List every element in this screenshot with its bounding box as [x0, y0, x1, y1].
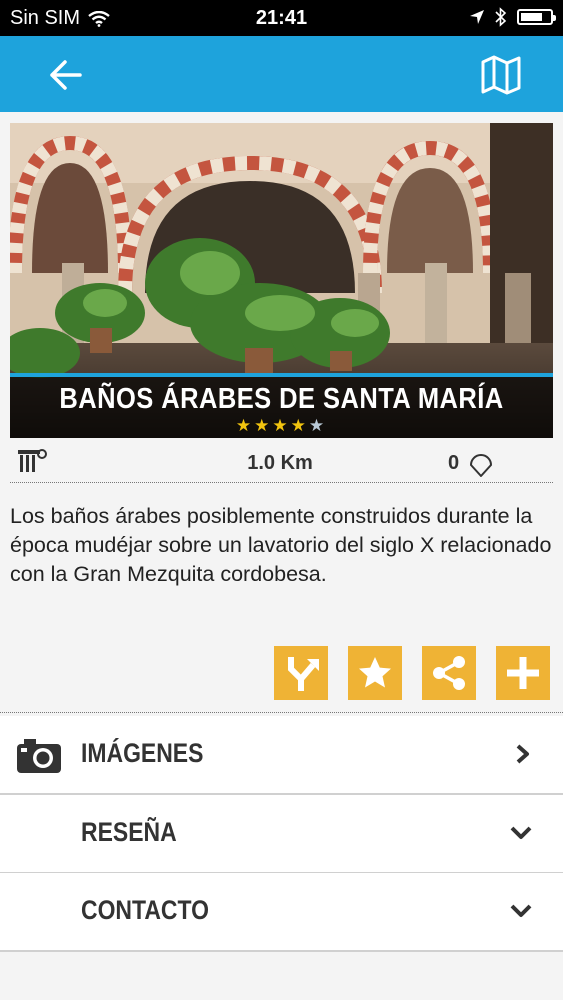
section-review-label: RESEÑA — [81, 817, 177, 847]
app-header — [0, 36, 563, 112]
chevron-right-icon — [516, 744, 529, 764]
arrow-left-icon — [50, 60, 82, 90]
bluetooth-icon — [495, 7, 507, 27]
directions-button[interactable] — [274, 646, 328, 700]
plus-icon — [507, 657, 539, 689]
directions-icon — [288, 657, 319, 691]
monument-icon — [18, 449, 47, 472]
share-button[interactable] — [422, 646, 476, 700]
star-filled-icon: ★ — [272, 416, 291, 435]
favorite-button[interactable] — [348, 646, 402, 700]
share-icon — [433, 656, 465, 690]
camera-icon — [17, 739, 61, 773]
action-bar — [0, 646, 563, 700]
status-bar: Sin SIM 21:41 — [0, 0, 563, 36]
section-images-label: IMÁGENES — [81, 738, 204, 768]
divider — [0, 712, 563, 713]
chevron-down-icon — [510, 826, 532, 839]
chevron-down-icon — [510, 904, 532, 917]
section-review[interactable]: RESEÑA — [0, 795, 563, 874]
section-contact[interactable]: CONTACTO — [0, 873, 563, 952]
distance-label: 1.0 Km — [247, 452, 313, 474]
battery-icon — [517, 9, 556, 25]
title-overlay: BAÑOS ÁRABES DE SANTA MARÍA ★★★★★ — [10, 373, 553, 438]
section-contact-label: CONTACTO — [81, 895, 209, 925]
star-filled-icon: ★ — [254, 416, 273, 435]
star-rating: ★★★★★ — [10, 416, 553, 436]
back-button[interactable] — [42, 54, 90, 96]
star-empty-icon: ★ — [308, 416, 328, 435]
location-arrow-icon — [470, 10, 484, 24]
place-title: BAÑOS ÁRABES DE SANTA MARÍA — [59, 383, 504, 415]
star-icon — [359, 657, 391, 688]
info-row: 1.0 Km 0 — [10, 440, 553, 483]
star-filled-icon: ★ — [235, 416, 255, 435]
map-button[interactable] — [477, 52, 525, 98]
star-filled-icon: ★ — [290, 416, 309, 435]
place-description: Los baños árabes posiblemente construido… — [10, 504, 552, 586]
add-button[interactable] — [496, 646, 550, 700]
place-photo: BAÑOS ÁRABES DE SANTA MARÍA ★★★★★ — [10, 123, 553, 438]
likes-count: 0 — [448, 452, 460, 474]
heart-pin-icon[interactable] — [466, 448, 496, 478]
section-images[interactable]: IMÁGENES — [0, 716, 563, 795]
map-icon — [481, 55, 521, 95]
